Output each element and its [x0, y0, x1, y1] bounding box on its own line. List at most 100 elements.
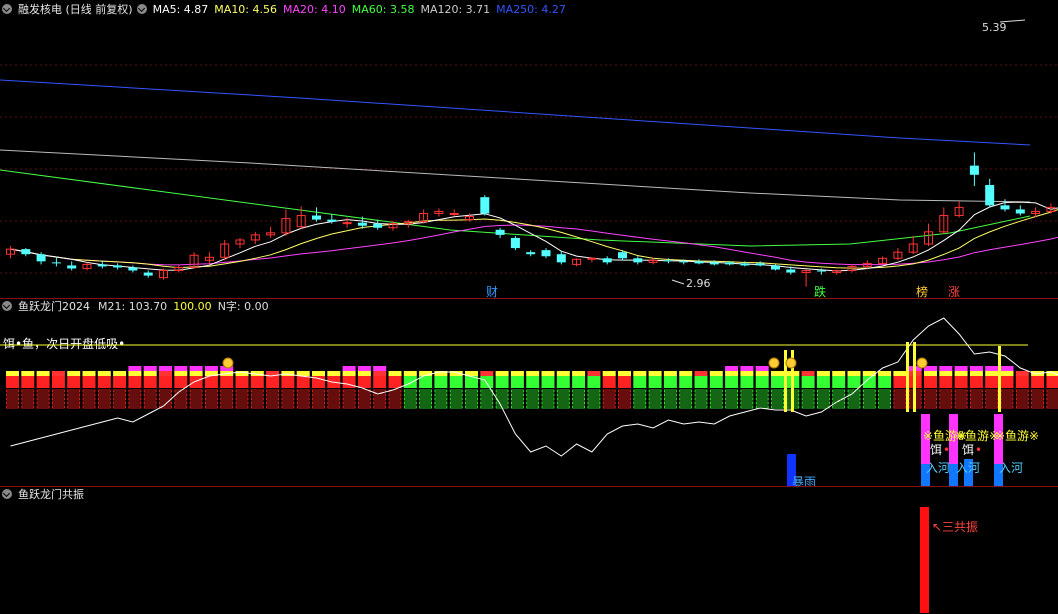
ruhe-label-2: 入河	[956, 461, 981, 475]
money-bag-icon	[222, 357, 234, 369]
pane-divider-1[interactable]	[0, 298, 1058, 299]
signal-stack-line	[235, 389, 249, 393]
candle-body	[541, 250, 551, 257]
ma120-label: MA120: 3.71	[420, 3, 491, 16]
signal-stack-line	[618, 397, 631, 401]
signal-stack-line	[250, 389, 264, 393]
signal-stack-line	[572, 389, 585, 393]
signal-stack-line	[342, 397, 356, 401]
signal-stack-line	[434, 393, 448, 397]
indicator-menu-icon[interactable]	[2, 301, 12, 311]
signal-stack-line	[143, 397, 157, 401]
signal-stack-line	[847, 405, 861, 409]
resonance-menu-icon[interactable]	[2, 489, 12, 499]
signal-stack-line	[235, 393, 249, 397]
signal-stack-line	[1000, 397, 1014, 401]
signal-stack-line	[510, 401, 524, 405]
candle-body	[373, 223, 383, 228]
signal-stack-line	[618, 401, 631, 405]
signal-stack-line	[204, 405, 218, 409]
candle-body	[312, 215, 321, 220]
signal-block	[189, 376, 203, 388]
signal-block	[954, 376, 968, 388]
signal-stack-line	[403, 389, 417, 393]
signal-stack-line	[449, 389, 463, 393]
signal-block	[204, 376, 218, 388]
signal-stack-line	[113, 401, 126, 405]
signal-stack-line	[174, 405, 188, 409]
signal-stack-line	[602, 397, 616, 401]
signal-stack-line	[664, 405, 677, 409]
signal-block	[510, 376, 524, 388]
signal-stack-line	[924, 401, 937, 405]
signal-block	[985, 376, 999, 388]
signal-stack-line	[878, 405, 891, 409]
candle-body	[679, 261, 689, 263]
price-chart[interactable]	[0, 18, 1058, 298]
signal-stack-line	[52, 405, 65, 409]
signal-stack-line	[771, 401, 784, 405]
signal-yellow-band	[771, 371, 784, 376]
signal-stack-line	[373, 397, 387, 401]
signal-block	[924, 376, 937, 388]
signal-block	[36, 376, 50, 388]
candle-body	[694, 261, 704, 264]
signal-stack-line	[82, 397, 96, 401]
signal-magenta-cap	[159, 366, 172, 371]
signal-stack-line	[281, 389, 295, 393]
signal-stack-line	[449, 393, 463, 397]
signal-stack-line	[618, 393, 631, 397]
signal-stack-line	[510, 393, 524, 397]
signal-magenta-cap	[128, 366, 142, 371]
signal-stack-line	[1015, 389, 1029, 393]
ma20-label: MA20: 4.10	[283, 3, 346, 16]
signal-stack-line	[924, 393, 937, 397]
signal-stack-line	[985, 393, 999, 397]
candle-body	[495, 229, 505, 235]
signal-yellow-band	[235, 371, 249, 376]
signal-stack-line	[480, 401, 494, 405]
signal-stack-line	[327, 401, 341, 405]
ma5-line	[10, 201, 1058, 272]
signal-stack-line	[985, 397, 999, 401]
resonance-chart[interactable]	[0, 502, 1058, 614]
signal-stack-line	[725, 401, 738, 405]
signal-magenta-cap	[357, 366, 371, 371]
ma-menu-icon[interactable]	[136, 4, 147, 14]
indicator-pane-header: 鱼跃龙门2024 M21: 103.70 100.00 N字: 0.00	[2, 300, 275, 314]
signal-stack-line	[526, 389, 540, 393]
signal-block	[82, 376, 96, 388]
resonance-pane-header: 鱼跃龙门共振	[2, 488, 90, 502]
signal-stack-line	[342, 393, 356, 397]
signal-stack-line	[1000, 405, 1014, 409]
signal-block	[847, 376, 861, 388]
signal-stack-line	[327, 405, 341, 409]
signal-block	[434, 376, 448, 388]
signal-stack-line	[556, 397, 570, 401]
signal-stack-line	[709, 401, 723, 405]
signal-yellow-band	[939, 371, 953, 376]
signal-stack-line	[602, 401, 616, 405]
signal-stack-line	[128, 397, 142, 401]
resonance-title: 鱼跃龙门共振	[18, 488, 84, 501]
signal-stack-line	[1000, 401, 1014, 405]
signal-block	[480, 376, 494, 388]
signal-stack-line	[755, 393, 769, 397]
signal-stack-line	[618, 405, 631, 409]
signal-stack-line	[970, 393, 983, 397]
signal-yellow-band	[587, 371, 601, 376]
indicator-chart[interactable]	[0, 314, 1058, 486]
signal-stack-line	[266, 389, 280, 393]
signal-yellow-band	[67, 371, 81, 376]
signal-block	[159, 376, 172, 388]
signal-stack-line	[740, 393, 754, 397]
marker-die: 跌	[814, 285, 827, 299]
signal-stack-line	[174, 401, 188, 405]
pane-divider-2[interactable]	[0, 486, 1058, 487]
pane-menu-icon[interactable]	[2, 4, 12, 14]
signal-stack-line	[755, 405, 769, 409]
signal-stack-line	[664, 397, 677, 401]
candle-body	[36, 254, 46, 262]
signal-block	[97, 376, 111, 388]
signal-stack-line	[465, 405, 478, 409]
